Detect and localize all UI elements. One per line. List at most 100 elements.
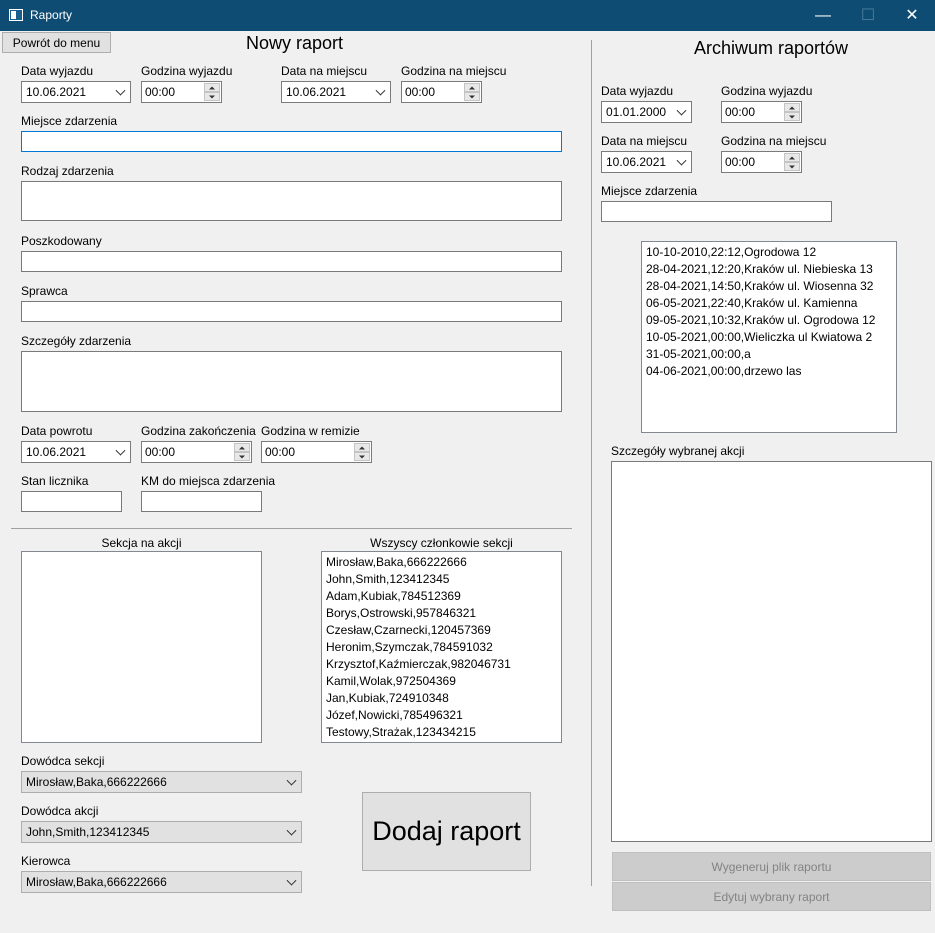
driver-value: Mirosław,Baka,666222666 (26, 875, 167, 889)
list-item[interactable]: 31-05-2021,00:00,a (642, 346, 896, 363)
archive-arrival-time-value: 00:00 (725, 155, 756, 169)
chevron-down-icon[interactable] (286, 825, 297, 836)
departure-date-label: Data wyjazdu (21, 64, 94, 78)
archive-arrival-time-spinner[interactable]: 00:00 (721, 151, 802, 173)
spin-down-icon[interactable] (354, 452, 370, 461)
section-on-action-label: Sekcja na akcji (101, 536, 182, 550)
spin-down-icon[interactable] (234, 452, 250, 461)
list-item[interactable]: 09-05-2021,10:32,Kraków ul. Ogrodowa 12 (642, 312, 896, 329)
incident-type-label: Rodzaj zdarzenia (21, 164, 114, 178)
reports-list[interactable]: 10-10-2010,22:12,Ogrodowa 12 28-04-2021,… (641, 241, 897, 433)
maximize-icon[interactable]: ☐ (845, 0, 891, 31)
list-item[interactable]: 10-10-2010,22:12,Ogrodowa 12 (642, 244, 896, 261)
departure-time-label: Godzina wyjazdu (141, 64, 233, 78)
chevron-down-icon[interactable] (115, 85, 126, 96)
chevron-down-icon[interactable] (286, 775, 297, 786)
spin-up-icon[interactable] (464, 83, 480, 92)
archive-departure-date-picker[interactable]: 01.01.2000 (601, 101, 692, 123)
archive-arrival-date-picker[interactable]: 10.06.2021 (601, 151, 692, 173)
list-item[interactable]: Testowy,Strażak,123434215 (322, 724, 561, 741)
end-time-label: Godzina zakończenia (141, 424, 256, 438)
arrival-time-spinner[interactable]: 00:00 (401, 81, 482, 103)
perpetrator-input[interactable] (21, 301, 562, 322)
departure-date-picker[interactable]: 10.06.2021 (21, 81, 131, 103)
list-item[interactable]: Kamil,Wolak,972504369 (322, 673, 561, 690)
victim-input[interactable] (21, 251, 562, 272)
edit-selected-report-button[interactable]: Edytuj wybrany raport (612, 882, 931, 911)
section-commander-label: Dowódca sekcji (21, 754, 105, 768)
all-members-list[interactable]: Mirosław,Baka,666222666 John,Smith,12341… (321, 551, 562, 743)
list-item[interactable]: Heronim,Szymczak,784591032 (322, 639, 561, 656)
archive-location-label: Miejsce zdarzenia (601, 184, 698, 198)
add-report-button[interactable]: Dodaj raport (362, 792, 531, 871)
list-item[interactable]: 10-05-2021,00:00,Wieliczka ul Kwiatowa 2 (642, 329, 896, 346)
section-commander-value: Mirosław,Baka,666222666 (26, 775, 167, 789)
spin-up-icon[interactable] (784, 153, 800, 162)
driver-label: Kierowca (21, 854, 71, 868)
section-on-action-list[interactable] (21, 551, 262, 743)
window-title: Raporty (30, 8, 73, 22)
spin-up-icon[interactable] (354, 443, 370, 452)
archive-arrival-date-value: 10.06.2021 (606, 155, 667, 169)
end-time-spinner[interactable]: 00:00 (141, 441, 252, 463)
spin-up-icon[interactable] (234, 443, 250, 452)
odometer-input[interactable] (21, 491, 122, 512)
details-textarea[interactable] (21, 351, 562, 412)
archive-arrival-date-label: Data na miejscu (601, 134, 688, 148)
list-item[interactable]: Krzysztof,Kaźmierczak,982046731 (322, 656, 561, 673)
return-date-picker[interactable]: 10.06.2021 (21, 441, 131, 463)
spin-up-icon[interactable] (204, 83, 220, 92)
chevron-down-icon[interactable] (375, 85, 386, 96)
spin-down-icon[interactable] (784, 162, 800, 171)
archive-departure-time-label: Godzina wyjazdu (721, 84, 813, 98)
back-to-menu-button[interactable]: Powrót do menu (2, 32, 111, 53)
spin-down-icon[interactable] (204, 92, 220, 101)
departure-time-spinner[interactable]: 00:00 (141, 81, 222, 103)
departure-date-value: 10.06.2021 (26, 85, 87, 99)
list-item[interactable]: John,Smith,123412345 (322, 571, 561, 588)
list-item[interactable]: Czesław,Czarnecki,120457369 (322, 622, 561, 639)
new-report-heading: Nowy raport (246, 33, 344, 53)
km-label: KM do miejsca zdarzenia (141, 474, 276, 488)
station-time-value: 00:00 (265, 445, 296, 459)
return-date-label: Data powrotu (21, 424, 93, 438)
victim-label: Poszkodowany (21, 234, 102, 248)
list-item[interactable]: Borys,Ostrowski,957846321 (322, 605, 561, 622)
list-item[interactable]: 06-05-2021,22:40,Kraków ul. Kamienna (642, 295, 896, 312)
km-input[interactable] (141, 491, 262, 512)
generate-report-file-button[interactable]: Wygeneruj plik raportu (612, 852, 931, 881)
selected-details-textarea[interactable] (611, 461, 932, 842)
action-commander-select[interactable]: John,Smith,123412345 (21, 821, 302, 843)
list-item[interactable]: Adam,Kubiak,784512369 (322, 588, 561, 605)
archive-departure-date-label: Data wyjazdu (601, 84, 674, 98)
list-item[interactable]: Jan,Kubiak,724910348 (322, 690, 561, 707)
spin-down-icon[interactable] (784, 112, 800, 121)
station-time-spinner[interactable]: 00:00 (261, 441, 372, 463)
chevron-down-icon[interactable] (286, 875, 297, 886)
close-icon[interactable]: ✕ (889, 0, 935, 31)
list-item[interactable]: Józef,Nowicki,785496321 (322, 707, 561, 724)
driver-select[interactable]: Mirosław,Baka,666222666 (21, 871, 302, 893)
station-time-label: Godzina w remizie (261, 424, 360, 438)
list-item[interactable]: 28-04-2021,14:50,Kraków ul. Wiosenna 32 (642, 278, 896, 295)
minimize-icon[interactable]: — (800, 0, 846, 31)
list-item[interactable]: 04-06-2021,00:00,drzewo las (642, 363, 896, 380)
arrival-time-label: Godzina na miejscu (401, 64, 507, 78)
all-members-label: Wszyscy członkowie sekcji (370, 536, 513, 550)
chevron-down-icon[interactable] (115, 445, 126, 456)
archive-departure-time-spinner[interactable]: 00:00 (721, 101, 802, 123)
incident-type-textarea[interactable] (21, 181, 562, 221)
chevron-down-icon[interactable] (676, 105, 687, 116)
chevron-down-icon[interactable] (676, 155, 687, 166)
arrival-date-picker[interactable]: 10.06.2021 (281, 81, 391, 103)
details-label: Szczegóły zdarzenia (21, 334, 132, 348)
arrival-date-value: 10.06.2021 (286, 85, 347, 99)
archive-location-input[interactable] (601, 201, 832, 222)
spin-up-icon[interactable] (784, 103, 800, 112)
section-commander-select[interactable]: Mirosław,Baka,666222666 (21, 771, 302, 793)
list-item[interactable]: Mirosław,Baka,666222666 (322, 554, 561, 571)
location-label: Miejsce zdarzenia (21, 114, 118, 128)
spin-down-icon[interactable] (464, 92, 480, 101)
list-item[interactable]: 28-04-2021,12:20,Kraków ul. Niebieska 13 (642, 261, 896, 278)
location-input[interactable] (21, 131, 562, 152)
